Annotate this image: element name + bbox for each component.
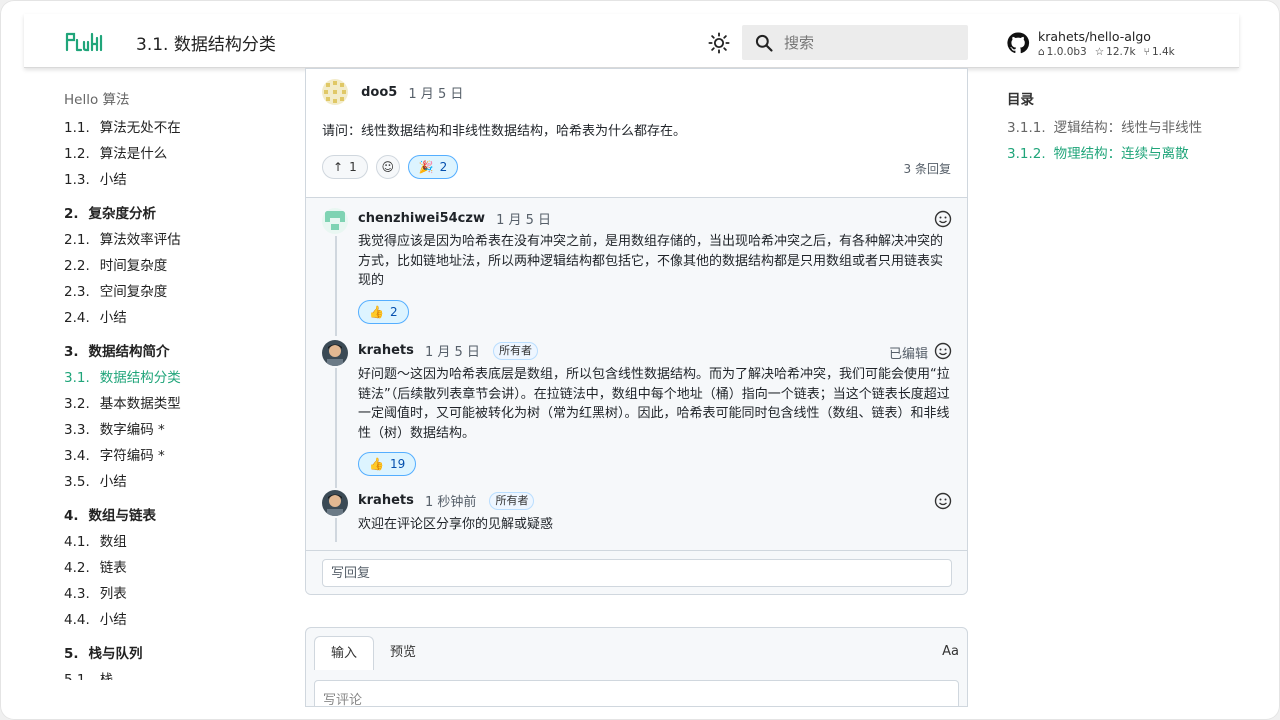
thumbsup-count: 19: [389, 457, 406, 471]
sidebar-item[interactable]: 3.4. 字符编码 *: [64, 446, 274, 472]
top-header: 3.1. 数据结构分类 krahets/hello-algo: [24, 14, 1239, 68]
page-title: 3.1. 数据结构分类: [136, 35, 276, 55]
reaction-tada-button[interactable]: 🎉 2: [407, 154, 459, 179]
toc-item[interactable]: 3.1.1. 逻辑结构：线性与非线性: [1007, 118, 1237, 144]
sidebar-item[interactable]: 5. 栈与队列: [64, 644, 274, 670]
upvote-button[interactable]: ↑ 1: [322, 154, 368, 179]
sidebar-item[interactable]: 2.4. 小结: [64, 308, 274, 334]
reply-date[interactable]: 1 月 5 日: [425, 345, 480, 360]
discussion-thread: doo5 1 月 5 日 请问：线性数据结构和非线性数据结构，哈希表为什么都存在…: [305, 68, 968, 595]
toc-item-active[interactable]: 3.1.2. 物理结构：连续与离散: [1007, 144, 1237, 170]
search-input[interactable]: [784, 33, 954, 52]
reply-date[interactable]: 1 月 5 日: [496, 213, 551, 228]
repo-stars: 12.7k: [1106, 45, 1136, 58]
search-box[interactable]: [742, 25, 968, 60]
reply-author[interactable]: krahets: [358, 493, 414, 508]
sidebar-nav: Hello 算法 1.1. 算法无处不在 1.2. 算法是什么 1.3. 小结 2. 复杂度分…: [64, 88, 274, 680]
replies-count: 3 条回复: [903, 162, 951, 176]
sidebar-item[interactable]: 2.3. 空间复杂度: [64, 282, 274, 308]
fork-icon: ⑂: [1143, 45, 1150, 58]
tada-icon: 🎉: [418, 159, 434, 174]
smiley-icon[interactable]: [934, 492, 952, 510]
comment-textarea[interactable]: 写评论: [314, 680, 959, 706]
comment-composer: 输入 预览 Aa 写评论: [305, 627, 968, 707]
repo-forks: 1.4k: [1151, 45, 1175, 58]
sidebar-item[interactable]: 1.1. 算法无处不在: [64, 118, 274, 144]
sidebar-item[interactable]: 2.1. 算法效率评估: [64, 230, 274, 256]
reaction-thumbsup-button[interactable]: 👍 2: [358, 299, 409, 324]
tab-input[interactable]: 输入: [314, 636, 375, 670]
tada-count: 2: [439, 159, 448, 174]
nav-head: Hello 算法: [64, 92, 130, 108]
sidebar-item[interactable]: 3.1. 数据结构分类: [64, 368, 274, 394]
reply-author[interactable]: chenzhiwei54czw: [358, 211, 485, 226]
smiley-icon[interactable]: [934, 210, 952, 228]
reply-item: krahets 1 秒钟前 所有者 欢迎在评论区分享你的见解或疑惑: [322, 490, 952, 546]
avatar[interactable]: [322, 340, 348, 366]
comment-author[interactable]: doo5: [361, 85, 397, 100]
sidebar-item[interactable]: 4.2. 链表: [64, 558, 274, 584]
repo-link[interactable]: krahets/hello-algo ⌂ 1.0.0b3 ☆ 12.7k ⑂ 1.4k: [1006, 26, 1175, 60]
repo-name: krahets/hello-algo: [1038, 28, 1151, 44]
avatar[interactable]: [322, 79, 348, 105]
comment-date[interactable]: 1 月 5 日: [408, 87, 463, 102]
reply-body: 我觉得应该是因为哈希表在没有冲突之前，是用数组存储的，当出现哈希冲突之后，有各种…: [358, 234, 944, 288]
reply-body: 好问题～这因为哈希表底层是数组，所以包含线性数据结构。而为了解决哈希冲突，我们可…: [358, 367, 950, 441]
reply-author[interactable]: krahets: [358, 343, 414, 358]
sidebar-item[interactable]: 4.3. 列表: [64, 584, 274, 610]
upvote-count: 1: [349, 159, 357, 174]
thumbs-up-icon: 👍: [369, 457, 384, 471]
tab-preview[interactable]: 预览: [374, 636, 432, 670]
reply-input[interactable]: [322, 559, 952, 587]
sidebar-item[interactable]: 4. 数组与链表: [64, 506, 274, 532]
edited-label[interactable]: 已编辑: [889, 343, 928, 362]
sidebar-item[interactable]: 3.2. 基本数据类型: [64, 394, 274, 420]
repo-version: 1.0.0b3: [1046, 45, 1087, 58]
tag-icon: ⌂: [1038, 45, 1045, 58]
repo-stats: ⌂ 1.0.0b3 ☆ 12.7k ⑂ 1.4k: [1038, 46, 1175, 58]
table-of-contents: 目录 3.1.1. 逻辑结构：线性与非线性 3.1.2. 物理结构：连续与离散: [1007, 88, 1237, 170]
avatar[interactable]: [322, 490, 348, 516]
sidebar-item[interactable]: 4.4. 小结: [64, 610, 274, 636]
owner-badge: 所有者: [489, 491, 535, 510]
sidebar-item[interactable]: 4.1. 数组: [64, 532, 274, 558]
comment-body: 请问：线性数据结构和非线性数据结构，哈希表为什么都存在。: [322, 124, 687, 139]
search-icon: [755, 34, 773, 52]
reply-item: krahets 1 月 5 日 所有者 好问题～这因为哈希表底层是数组，所以包含…: [322, 340, 952, 490]
thumbs-up-icon: 👍: [369, 304, 384, 319]
sidebar-item[interactable]: 3.5. 小结: [64, 472, 274, 498]
avatar[interactable]: [322, 208, 348, 234]
reply-input-area: [306, 550, 967, 594]
star-icon: ☆: [1094, 45, 1105, 58]
sidebar-item[interactable]: 2. 复杂度分析: [64, 204, 274, 230]
browser-window: 3.1. 数据结构分类 krahets/hello-algo: [0, 0, 1280, 720]
github-icon: [1007, 32, 1030, 54]
composer-tabs: 输入 预览: [314, 636, 432, 670]
toc-head: 目录: [1007, 92, 1034, 108]
add-reaction-button[interactable]: ☺: [375, 154, 400, 179]
top-comment: doo5 1 月 5 日 请问：线性数据结构和非线性数据结构，哈希表为什么都存在…: [306, 69, 967, 197]
arrow-up-icon: ↑: [333, 159, 344, 174]
sidebar-item[interactable]: 3. 数据结构简介: [64, 342, 274, 368]
sidebar-item[interactable]: 3.3. 数字编码 *: [64, 420, 274, 446]
replies-section: chenzhiwei54czw 1 月 5 日 我觉得应该是因为哈希表在没有冲突…: [306, 197, 967, 550]
thumbsup-count: 2: [389, 304, 398, 319]
sidebar-item[interactable]: 5.1. 栈: [64, 670, 274, 680]
sidebar-item[interactable]: 2.2. 时间复杂度: [64, 256, 274, 282]
smiley-icon: ☺: [381, 159, 394, 174]
sidebar-item[interactable]: 1.3. 小结: [64, 170, 274, 196]
hello-algo-logo[interactable]: [64, 30, 106, 54]
reply-body: 欢迎在评论区分享你的见解或疑惑: [358, 517, 554, 532]
reply-date[interactable]: 1 秒钟前: [425, 495, 476, 510]
sidebar-item[interactable]: 1.2. 算法是什么: [64, 144, 274, 170]
sun-icon[interactable]: [708, 32, 730, 54]
reply-item: chenzhiwei54czw 1 月 5 日 我觉得应该是因为哈希表在没有冲突…: [322, 208, 952, 340]
reaction-thumbsup-button[interactable]: 👍 19: [358, 452, 417, 476]
text-format-button[interactable]: Aa: [942, 644, 959, 659]
smiley-icon[interactable]: [934, 342, 952, 360]
owner-badge: 所有者: [493, 341, 538, 360]
